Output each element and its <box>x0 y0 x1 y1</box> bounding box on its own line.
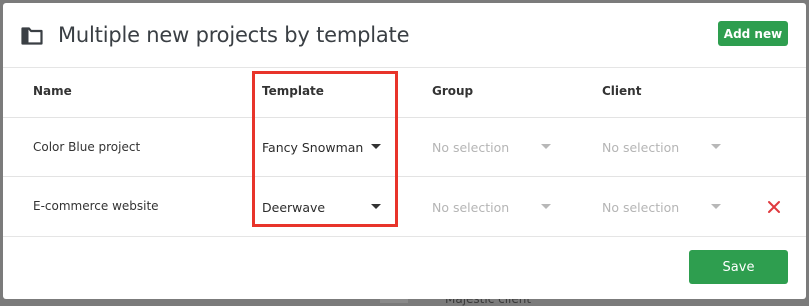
group-select-value: No selection <box>432 199 510 215</box>
folder-icon <box>21 26 43 46</box>
add-new-button[interactable]: Add new <box>718 21 788 46</box>
template-select-value: Deerwave <box>262 199 326 215</box>
template-select[interactable]: Deerwave <box>262 197 382 217</box>
caret-down-icon <box>371 204 381 209</box>
footer-divider <box>3 236 806 237</box>
row-divider <box>3 117 806 118</box>
client-select[interactable]: No selection <box>602 197 722 217</box>
modal-header: Multiple new projects by template Add ne… <box>3 3 806 68</box>
group-select[interactable]: No selection <box>432 137 552 157</box>
row-divider <box>3 176 806 177</box>
caret-down-icon <box>711 144 721 149</box>
template-select-value: Fancy Snowman <box>262 139 364 155</box>
caret-down-icon <box>371 144 381 149</box>
column-header-template: Template <box>262 84 324 98</box>
client-select-value: No selection <box>602 199 680 215</box>
client-select[interactable]: No selection <box>602 137 722 157</box>
caret-down-icon <box>541 204 551 209</box>
caret-down-icon <box>541 144 551 149</box>
projects-modal: Multiple new projects by template Add ne… <box>3 3 806 299</box>
group-select-value: No selection <box>432 139 510 155</box>
save-button[interactable]: Save <box>689 250 788 284</box>
caret-down-icon <box>711 204 721 209</box>
modal-title: Multiple new projects by template <box>58 23 410 47</box>
close-icon[interactable] <box>767 199 781 213</box>
column-header-client: Client <box>602 84 642 98</box>
template-select[interactable]: Fancy Snowman <box>262 137 382 157</box>
column-header-group: Group <box>432 84 474 98</box>
column-header-name: Name <box>33 84 72 98</box>
group-select[interactable]: No selection <box>432 197 552 217</box>
project-name-cell: E-commerce website <box>33 199 159 213</box>
project-name-cell: Color Blue project <box>33 140 141 154</box>
client-select-value: No selection <box>602 139 680 155</box>
